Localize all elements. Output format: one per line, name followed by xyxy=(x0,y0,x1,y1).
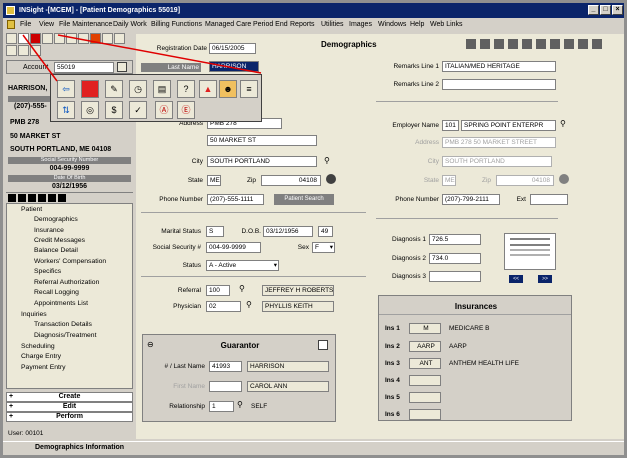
arrow-line xyxy=(57,34,262,74)
status-text: Demographics Information xyxy=(35,444,125,451)
arrow-line xyxy=(22,34,58,82)
app-window: INSight -[MCEM] - [Patient Demographics … xyxy=(0,0,627,458)
status-bar: Demographics Information xyxy=(3,441,624,455)
annotation-arrow xyxy=(22,34,262,82)
